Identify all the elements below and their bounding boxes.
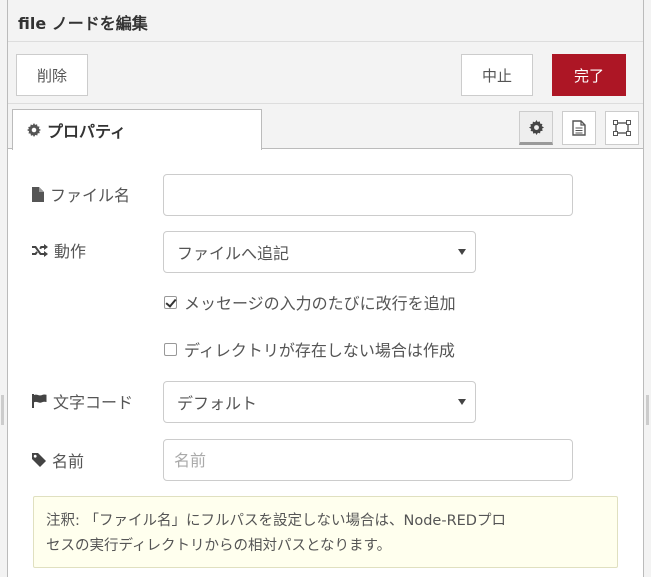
tip-text-line-2: セスの実行ディレクトリからの相対パスとなります。 [46,538,392,554]
encoding-label-text: 文字コード [53,393,134,412]
action-select[interactable]: ファイルへ追記 [163,231,476,273]
tab-properties[interactable]: プロパティ [12,109,262,150]
description-tab-button[interactable] [562,111,596,145]
tray-title: file ノードを編集 [18,14,148,33]
tip-text-line-1: 注釈: 「ファイル名」にフルパスを設定しない場合は、Node-REDプロ [46,513,506,529]
file-icon [32,186,44,202]
left-resize-grip[interactable] [1,395,4,425]
append-newline-row[interactable]: メッセージの入力のたびに改行を追加 [164,290,456,314]
caret-down-icon [458,249,466,255]
create-dir-label: ディレクトリが存在しない場合は作成 [184,341,455,360]
append-newline-checkbox[interactable] [164,295,177,309]
tab-properties-label: プロパティ [47,122,127,141]
create-dir-checkbox[interactable] [164,342,177,356]
tab-bar: プロパティ [8,104,643,150]
tray-header: file ノードを編集 [8,0,643,42]
cancel-button[interactable]: 中止 [461,54,533,96]
gear-icon [528,119,544,135]
encoding-select-value: デフォルト [177,394,258,413]
name-label: 名前 [32,448,84,472]
gear-icon [27,123,41,137]
name-input[interactable] [163,439,573,481]
shuffle-icon [32,243,48,257]
flag-icon [32,394,47,408]
right-resize-grip[interactable] [646,395,649,425]
name-label-text: 名前 [52,452,85,471]
appearance-tab-button[interactable] [605,111,639,145]
filename-input[interactable] [163,174,573,216]
edit-tray: file ノードを編集 削除 中止 完了 プロパティ ファイル名 動作 ファイル… [7,0,644,577]
encoding-select[interactable]: デフォルト [163,381,476,423]
document-icon [572,120,586,136]
create-dir-row[interactable]: ディレクトリが存在しない場合は作成 [164,337,455,361]
delete-button[interactable]: 削除 [16,54,88,96]
done-button[interactable]: 完了 [552,54,626,96]
properties-form: ファイル名 動作 ファイルへ追記 メッセージの入力のたびに改行を追加 ディレクト… [8,149,643,577]
action-label-text: 動作 [54,242,87,261]
filename-label: ファイル名 [32,182,130,206]
tip-box: 注釈: 「ファイル名」にフルパスを設定しない場合は、Node-REDプロ セスの… [33,496,618,568]
tag-icon [32,453,46,467]
encoding-label: 文字コード [32,389,133,413]
appearance-icon [613,120,631,136]
tray-toolbar: 削除 中止 完了 [8,42,643,104]
action-select-value: ファイルへ追記 [177,244,290,263]
filename-label-text: ファイル名 [50,186,131,205]
caret-down-icon [458,399,466,405]
properties-tab-button[interactable] [519,111,553,145]
action-label: 動作 [32,238,86,262]
append-newline-label: メッセージの入力のたびに改行を追加 [184,294,456,313]
